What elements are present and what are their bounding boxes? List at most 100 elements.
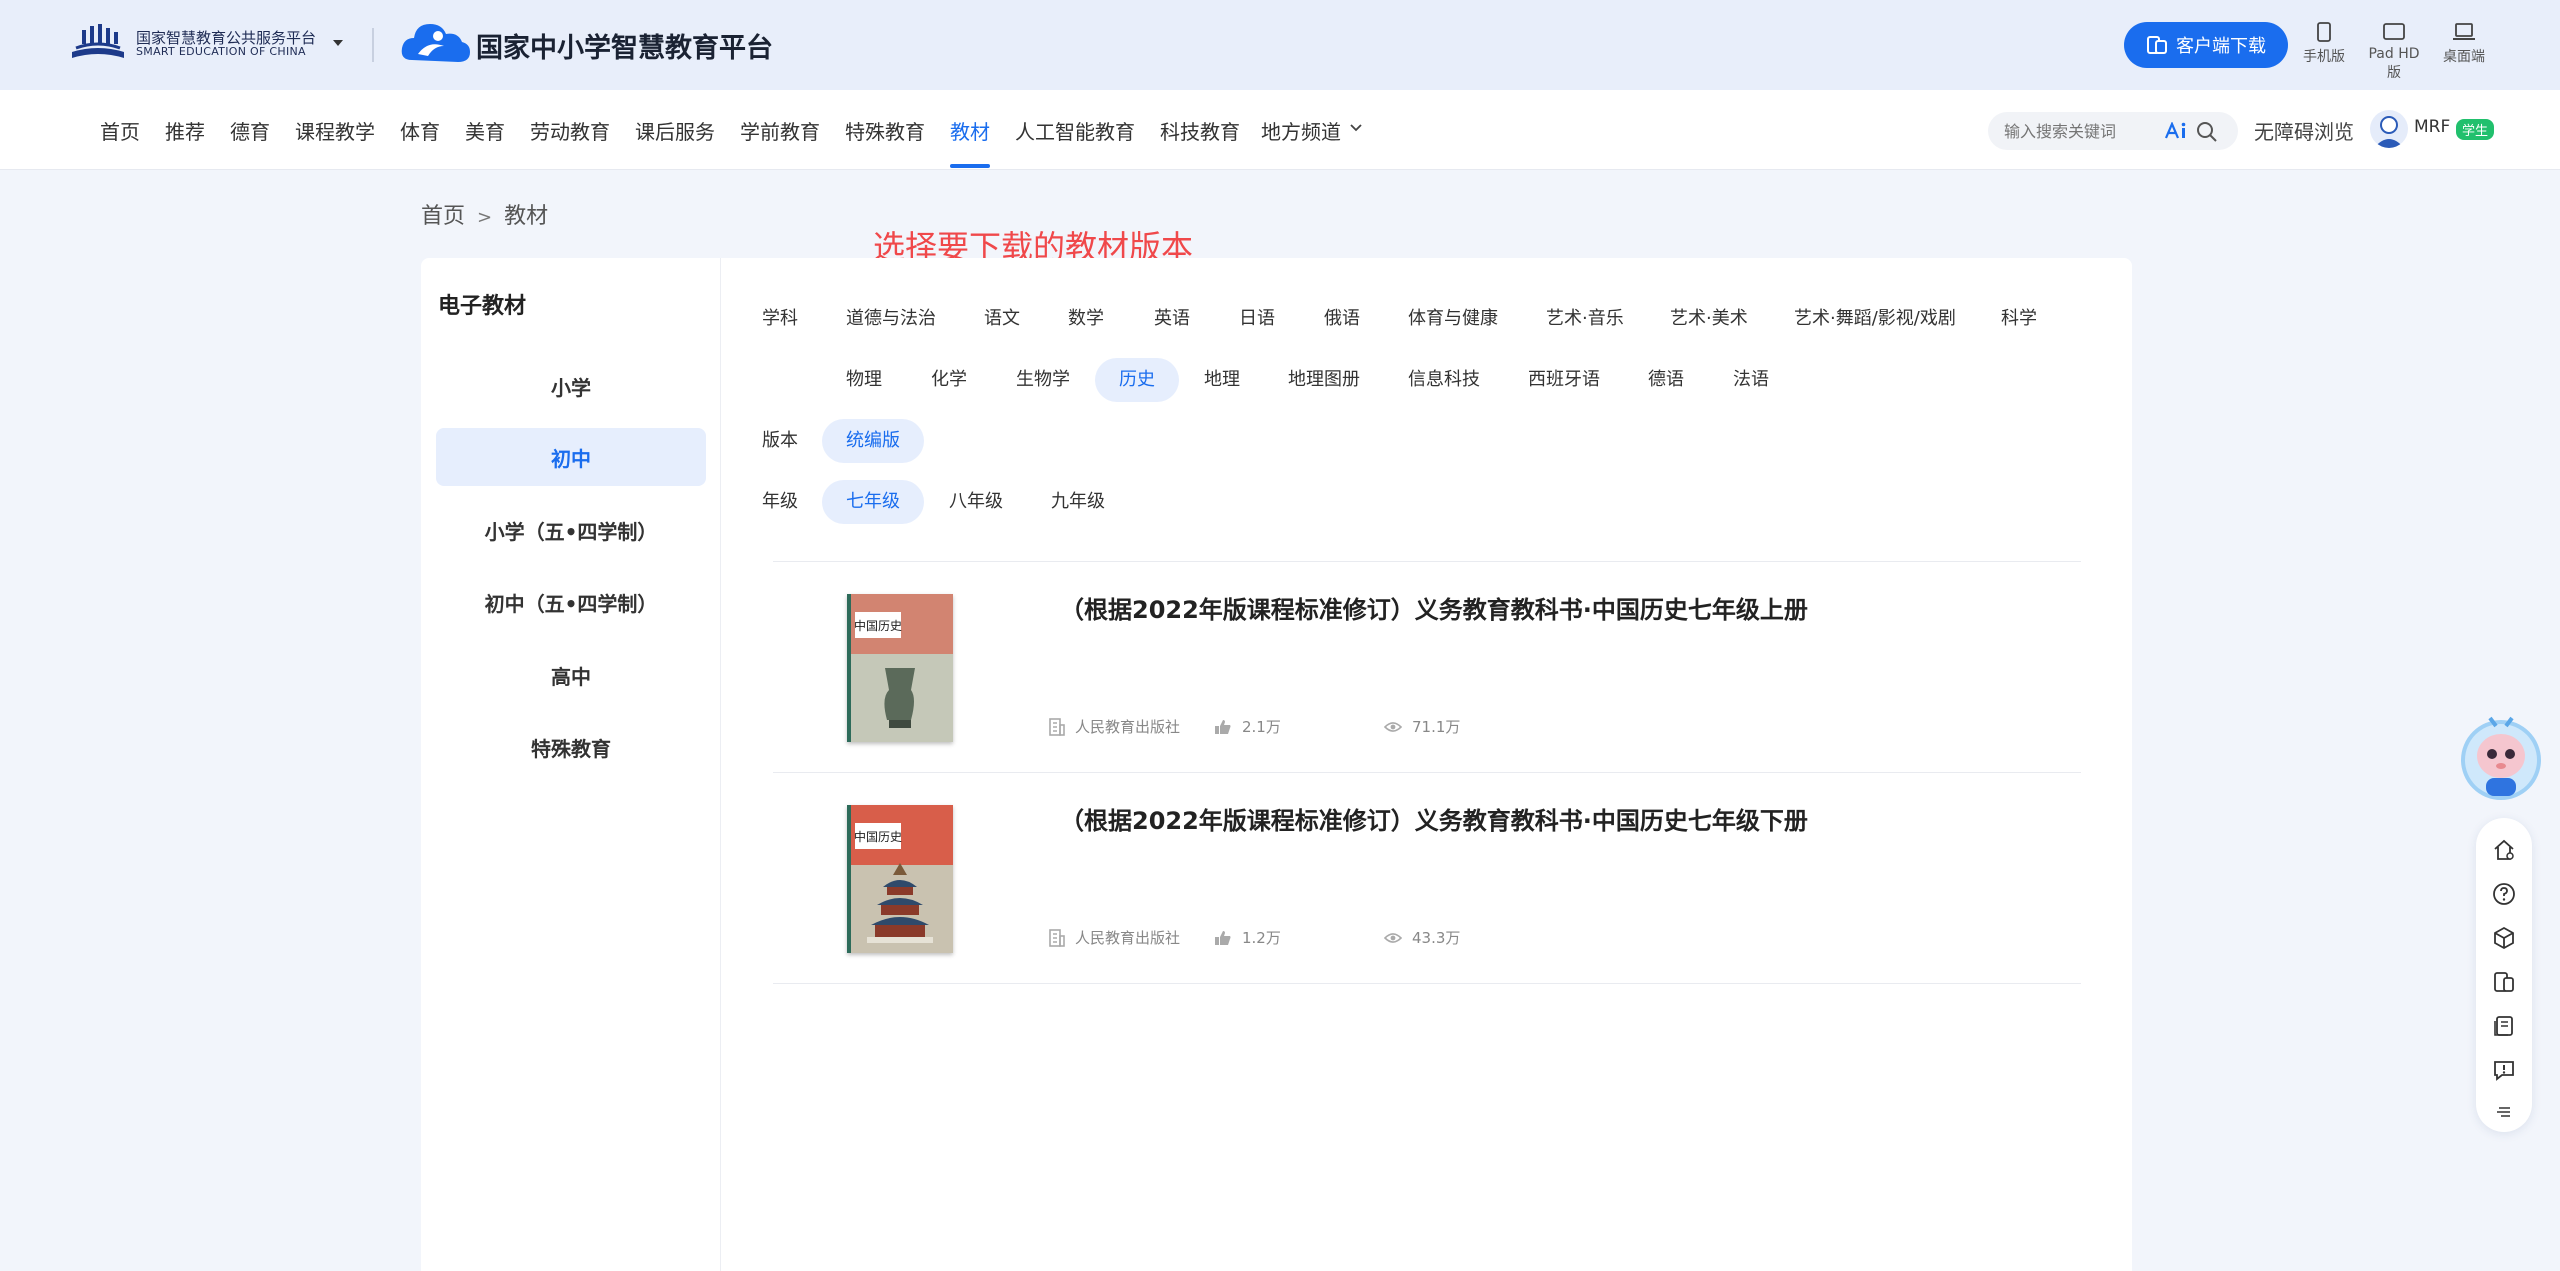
nav-item-home[interactable]: 首页 <box>100 116 140 145</box>
accessibility-link[interactable]: 无障碍浏览 <box>2254 116 2354 145</box>
list-divider <box>773 983 2081 984</box>
client-download-button[interactable]: 客户端下载 <box>2124 22 2288 68</box>
nav-item-afterschool[interactable]: 课后服务 <box>635 116 715 145</box>
subject-chip[interactable]: 法语 <box>1733 358 1769 402</box>
header-divider <box>372 28 374 62</box>
subject-chip[interactable]: 信息科技 <box>1408 358 1480 402</box>
search-icon[interactable] <box>2196 121 2218 143</box>
grade-chip[interactable]: 九年级 <box>1051 480 1105 524</box>
help-icon[interactable] <box>2492 882 2516 906</box>
book-title[interactable]: （根据2022年版课程标准修订）义务教育教科书·中国历史七年级上册 <box>1060 590 1808 625</box>
platform-name-cn: 国家智慧教育公共服务平台 <box>136 28 317 47</box>
cover-title: 中国历史 <box>854 618 902 633</box>
subject-chip[interactable]: 体育与健康 <box>1408 297 1498 341</box>
edition-label: 版本 <box>762 430 798 451</box>
phone-icon <box>2317 22 2331 42</box>
subject-chip[interactable]: 艺术·舞蹈/影视/戏剧 <box>1794 297 1956 341</box>
nav-item-arts[interactable]: 美育 <box>465 116 505 145</box>
mascot-assistant-icon[interactable] <box>2460 712 2542 802</box>
collapse-menu-icon[interactable] <box>2492 1100 2516 1124</box>
nav-item-ai[interactable]: 人工智能教育 <box>1015 116 1135 145</box>
publisher: 人民教育出版社 <box>1049 716 1180 737</box>
view-count: 43.3万 <box>1412 929 1461 947</box>
feedback-icon[interactable] <box>2492 1058 2516 1082</box>
user-name[interactable]: MRF <box>2414 117 2450 137</box>
book-cover[interactable]: 中国历史 <box>847 594 953 742</box>
subject-chip[interactable]: 地理 <box>1204 358 1240 402</box>
nav-item-recommend[interactable]: 推荐 <box>165 116 205 145</box>
stage-item-primary-54[interactable]: 小学（五•四学制） <box>436 501 706 559</box>
device-phone[interactable]: 手机版 <box>2294 22 2354 66</box>
sidebar-title: 电子教材 <box>438 294 527 319</box>
book-title[interactable]: （根据2022年版课程标准修订）义务教育教科书·中国历史七年级下册 <box>1060 801 1808 836</box>
book-cover[interactable]: 中国历史 <box>847 805 953 953</box>
subject-chip[interactable]: 化学 <box>931 358 967 402</box>
chevron-down-icon[interactable] <box>1350 124 1362 132</box>
subject-chip-active[interactable]: 历史 <box>1095 358 1179 402</box>
subject-chip[interactable]: 数学 <box>1068 297 1104 341</box>
breadcrumb-separator: > <box>477 207 493 228</box>
platform-logo[interactable]: 国家智慧教育公共服务平台 SMART EDUCATION OF CHINA <box>68 22 316 66</box>
grade-chip-active[interactable]: 七年级 <box>822 480 924 524</box>
search-input[interactable] <box>2004 112 2154 150</box>
subject-chip[interactable]: 艺术·音乐 <box>1546 297 1624 341</box>
device-pad[interactable]: Pad HD版 <box>2364 22 2424 82</box>
laptop-icon <box>2453 23 2475 40</box>
nav-item-course[interactable]: 课程教学 <box>295 116 375 145</box>
textbook-panel: 电子教材 小学 初中 小学（五•四学制） 初中（五•四学制） 高中 特殊教育 学… <box>421 258 2132 1271</box>
views: 71.1万 <box>1384 716 1460 737</box>
cloud-logo-icon <box>401 24 470 62</box>
tablet-icon <box>2383 23 2405 40</box>
device-desktop[interactable]: 桌面端 <box>2434 22 2494 66</box>
stage-item-junior[interactable]: 初中 <box>436 428 706 486</box>
nav-item-local[interactable]: 地方频道 <box>1261 116 1341 145</box>
book-item[interactable]: 中国历史 （根据2022年版课程标准修订）义务教育教科书·中国历史七年级下册 人… <box>773 773 2081 983</box>
stage-item-special[interactable]: 特殊教育 <box>436 718 706 776</box>
thumbs-up-icon <box>1215 930 1231 945</box>
ai-search-icon[interactable] <box>2164 122 2188 140</box>
likes: 1.2万 <box>1214 927 1281 948</box>
user-role-badge: 学生 <box>2456 119 2495 140</box>
nav-item-special[interactable]: 特殊教育 <box>845 116 925 145</box>
subject-chip[interactable]: 物理 <box>846 358 882 402</box>
site-title: 国家中小学智慧教育平台 <box>476 32 773 64</box>
stage-item-senior[interactable]: 高中 <box>436 646 706 704</box>
stage-item-junior-54[interactable]: 初中（五•四学制） <box>436 573 706 631</box>
nav-active-indicator <box>950 164 990 168</box>
subject-chip[interactable]: 艺术·美术 <box>1670 297 1748 341</box>
device-switch-icon[interactable] <box>2492 970 2516 994</box>
nav-item-textbook[interactable]: 教材 <box>950 116 990 145</box>
publisher: 人民教育出版社 <box>1049 927 1180 948</box>
building-icon <box>1049 717 1065 736</box>
notes-icon[interactable] <box>2492 1014 2516 1038</box>
breadcrumb-home[interactable]: 首页 <box>421 204 465 229</box>
book-emblem-icon <box>72 24 124 58</box>
avatar[interactable] <box>2370 110 2408 148</box>
device-pad-label: Pad HD版 <box>2368 46 2420 81</box>
nav-item-labor[interactable]: 劳动教育 <box>530 116 610 145</box>
subject-chip[interactable]: 俄语 <box>1324 297 1360 341</box>
subject-chip[interactable]: 西班牙语 <box>1528 358 1600 402</box>
site-logo[interactable]: 国家中小学智慧教育平台 <box>398 16 773 74</box>
subject-chip[interactable]: 语文 <box>984 297 1020 341</box>
subject-chip[interactable]: 英语 <box>1154 297 1190 341</box>
home-icon[interactable] <box>2492 838 2516 862</box>
nav-item-moral[interactable]: 德育 <box>230 116 270 145</box>
book-item[interactable]: 中国历史 （根据2022年版课程标准修订）义务教育教科书·中国历史七年级上册 人… <box>773 562 2081 772</box>
top-header: 国家智慧教育公共服务平台 SMART EDUCATION OF CHINA 国家… <box>0 0 2560 90</box>
subject-chip[interactable]: 德语 <box>1648 358 1684 402</box>
publisher-name: 人民教育出版社 <box>1075 718 1181 736</box>
nav-item-tech[interactable]: 科技教育 <box>1160 116 1240 145</box>
platform-dropdown-caret-icon[interactable] <box>333 40 343 46</box>
subject-chip[interactable]: 道德与法治 <box>846 297 936 341</box>
subject-chip[interactable]: 日语 <box>1239 297 1275 341</box>
grade-chip[interactable]: 八年级 <box>949 480 1003 524</box>
subject-chip[interactable]: 科学 <box>2001 297 2037 341</box>
cube-icon[interactable] <box>2492 926 2516 950</box>
nav-item-preschool[interactable]: 学前教育 <box>740 116 820 145</box>
stage-item-primary[interactable]: 小学 <box>436 357 706 415</box>
edition-chip-active[interactable]: 统编版 <box>822 419 924 463</box>
nav-item-sports[interactable]: 体育 <box>400 116 440 145</box>
subject-chip[interactable]: 生物学 <box>1016 358 1070 402</box>
subject-chip[interactable]: 地理图册 <box>1288 358 1360 402</box>
